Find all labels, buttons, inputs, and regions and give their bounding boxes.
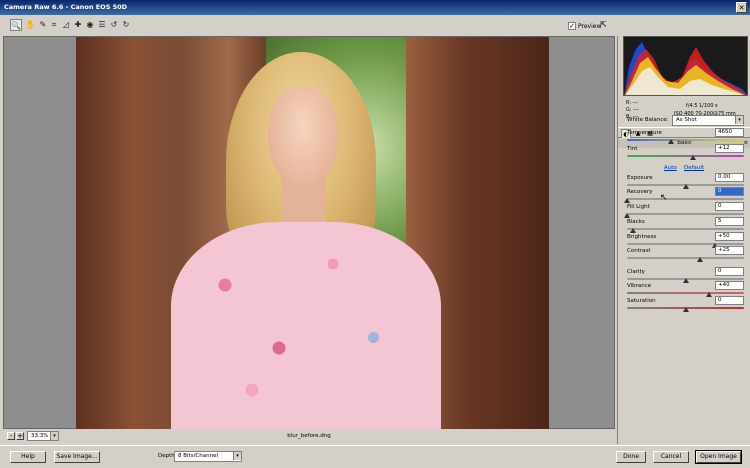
temperature-slider-thumb[interactable] <box>668 139 675 144</box>
retouch-tool-icon[interactable]: ✚ <box>72 19 84 31</box>
zoom-out-button[interactable]: - <box>7 432 15 440</box>
histogram-graph <box>624 42 747 95</box>
recovery-label: Recovery <box>627 189 653 195</box>
temperature-slider[interactable] <box>627 139 744 141</box>
fill-light-slider[interactable] <box>627 213 744 215</box>
brightness-label: Brightness <box>627 234 657 240</box>
done-button[interactable]: Done <box>616 451 646 463</box>
zoom-level-select[interactable]: 33.3% ▾ <box>27 431 59 441</box>
vibrance-slider[interactable] <box>627 292 744 294</box>
fill-light-value[interactable]: 0 <box>715 202 744 211</box>
clarity-slider-thumb[interactable] <box>682 278 689 283</box>
canvas-status-bar: blur_before.dng - + 33.3% ▾ <box>3 429 615 443</box>
vibrance-slider-thumb[interactable] <box>705 292 712 297</box>
blacks-slider[interactable] <box>627 228 744 230</box>
tint-slider-thumb[interactable] <box>689 155 696 160</box>
clarity-value[interactable]: 0 <box>715 267 744 276</box>
hand-tool-icon[interactable]: ✋ <box>24 19 36 31</box>
straighten-tool-icon[interactable]: ◿ <box>60 19 72 31</box>
chevron-down-icon: ▾ <box>735 116 743 124</box>
saturation-label: Saturation <box>627 298 656 304</box>
close-icon[interactable]: ✕ <box>736 2 747 13</box>
contrast-label: Contrast <box>627 248 651 254</box>
zoom-tool-icon[interactable]: 🔍 <box>10 19 22 31</box>
exposure-label: Exposure <box>627 175 653 181</box>
contrast-value[interactable]: +25 <box>715 246 744 255</box>
chevron-down-icon: ▾ <box>50 432 58 440</box>
depth-select[interactable]: 8 Bits/Channel ▾ <box>174 451 242 462</box>
recovery-slider[interactable] <box>627 198 744 200</box>
blacks-label: Blacks <box>627 219 645 225</box>
aperture-shutter: f/4.5 1/100 s <box>686 103 718 109</box>
depth-value: 8 Bits/Channel <box>178 453 219 459</box>
readout-g: G: --- <box>626 107 639 113</box>
temperature-label: Temperature <box>627 130 662 136</box>
photo-dress <box>171 222 441 429</box>
zoom-in-button[interactable]: + <box>16 432 24 440</box>
recovery-value[interactable]: 0 <box>715 187 744 196</box>
contrast-slider-thumb[interactable] <box>696 257 703 262</box>
zoom-level-value: 33.3% <box>31 433 49 439</box>
rotate-left-icon[interactable]: ↺ <box>108 19 120 31</box>
saturation-value[interactable]: 0 <box>715 296 744 305</box>
photo-face <box>268 87 338 187</box>
mouse-cursor-icon: ↖ <box>660 193 668 203</box>
tint-value[interactable]: +12 <box>715 144 744 153</box>
window-title: Camera Raw 6.6 - Canon EOS 50D <box>4 3 128 11</box>
default-link[interactable]: Default <box>684 165 704 171</box>
brightness-value[interactable]: +50 <box>715 232 744 241</box>
crop-tool-icon[interactable]: ⌗ <box>48 19 60 31</box>
tint-label: Tint <box>627 146 638 152</box>
toolbar: 🔍 ✋ ✎ ⌗ ◿ ✚ ◉ ☰ ↺ ↻ ✓ Preview ⇱ <box>0 15 750 36</box>
temperature-value[interactable]: 4650 <box>715 128 744 137</box>
adjustments-panel: R: --- G: --- B: --- f/4.5 1/100 s ISO 4… <box>617 36 750 444</box>
redeye-tool-icon[interactable]: ◉ <box>84 19 96 31</box>
contrast-slider[interactable] <box>627 257 744 259</box>
preview-checkbox[interactable]: ✓ <box>568 22 576 30</box>
panel-menu-icon[interactable]: ≡ <box>744 139 748 148</box>
preview-label: Preview <box>578 22 602 30</box>
fill-light-label: Fill Light <box>627 204 650 210</box>
cancel-button[interactable]: Cancel <box>653 451 689 463</box>
title-bar: Camera Raw 6.6 - Canon EOS 50D ✕ <box>0 0 750 15</box>
white-balance-value: As Shot <box>676 117 697 123</box>
open-image-button[interactable]: Open Image <box>695 450 742 464</box>
histogram <box>623 36 748 96</box>
preview-toggle[interactable]: ✓ Preview <box>568 20 601 32</box>
saturation-slider-thumb[interactable] <box>682 307 689 312</box>
white-balance-label: White Balance: <box>627 117 669 123</box>
photo-preview[interactable] <box>76 37 549 429</box>
blacks-value[interactable]: 5 <box>715 217 744 226</box>
fullscreen-icon[interactable]: ⇱ <box>600 20 610 30</box>
exposure-value[interactable]: 0.00 <box>715 173 744 182</box>
vibrance-label: Vibrance <box>627 283 652 289</box>
vibrance-value[interactable]: +40 <box>715 281 744 290</box>
white-balance-select[interactable]: As Shot ▾ <box>672 115 744 126</box>
filename-label: blur_before.dng <box>287 433 331 439</box>
chevron-down-icon: ▾ <box>233 452 241 460</box>
clarity-label: Clarity <box>627 269 645 275</box>
rotate-right-icon[interactable]: ↻ <box>120 19 132 31</box>
help-button[interactable]: Help <box>10 451 46 463</box>
readout-r: R: --- <box>626 100 639 106</box>
exposure-slider-thumb[interactable] <box>682 184 689 189</box>
auto-link[interactable]: Auto <box>664 165 677 171</box>
brightness-slider[interactable] <box>627 243 744 245</box>
tint-slider[interactable] <box>627 155 744 157</box>
image-canvas[interactable] <box>3 36 615 429</box>
preferences-icon[interactable]: ☰ <box>96 19 108 31</box>
bottom-bar: Help Save Image... Depth: 8 Bits/Channel… <box>0 445 750 468</box>
save-image-button[interactable]: Save Image... <box>54 451 100 463</box>
